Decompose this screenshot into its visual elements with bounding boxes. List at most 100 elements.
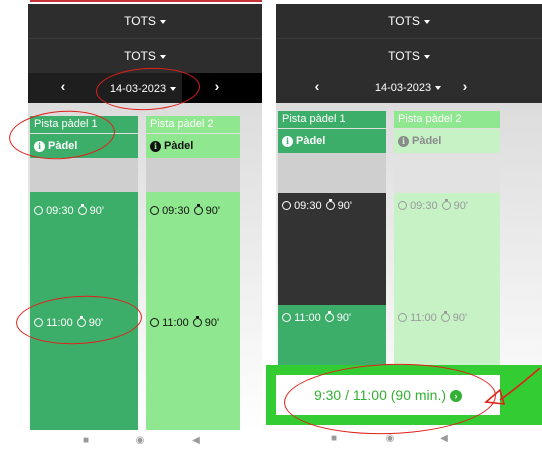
caret-down-icon xyxy=(159,54,166,59)
court-2-slot-1100[interactable]: 11:00 90' xyxy=(146,304,240,430)
slot-time: 11:00 xyxy=(46,317,73,329)
slot-duration: 90' xyxy=(89,205,104,217)
court-2-unavailable-slot xyxy=(146,158,240,192)
court-1-name: Pista pàdel 1 xyxy=(34,118,98,130)
chevron-right-icon: › xyxy=(462,78,468,94)
date-label: 14-03-2023 xyxy=(374,82,432,94)
prev-date-button[interactable]: ‹ xyxy=(48,78,78,98)
clock-icon xyxy=(282,313,291,322)
clock-icon xyxy=(398,313,407,322)
chevron-left-icon: ‹ xyxy=(314,78,320,94)
recent-apps-button[interactable]: ■ xyxy=(326,433,342,447)
info-icon: i xyxy=(34,140,45,152)
annotation-arrow xyxy=(484,367,541,405)
filter-select-1[interactable]: TOTS xyxy=(28,4,262,38)
slot-time: 09:30 xyxy=(410,200,438,212)
chevron-left-icon: ‹ xyxy=(60,78,66,94)
court-2-sport-label: Pàdel xyxy=(164,140,194,152)
court-1-slot-0930[interactable]: 09:30 90' xyxy=(30,192,138,304)
caret-down-icon xyxy=(170,87,177,92)
timer-icon xyxy=(77,204,87,215)
screen-left: TOTS TOTS ‹ 14-03-2023 › Pista pàdel 1 i… xyxy=(0,0,262,446)
slot-duration: 90' xyxy=(204,317,220,329)
court-1-sport-label: Pàdel xyxy=(296,135,326,147)
court-1-unavailable-slot xyxy=(278,153,386,193)
square-icon: ■ xyxy=(330,433,338,444)
filter-select-2[interactable]: TOTS xyxy=(276,39,542,73)
clock-icon xyxy=(398,201,407,210)
square-icon: ■ xyxy=(82,435,90,446)
clock-icon xyxy=(150,318,159,327)
timer-icon xyxy=(440,311,450,322)
slot-duration: 90' xyxy=(452,312,468,324)
date-select[interactable]: 14-03-2023 xyxy=(98,83,188,97)
filter-select-2-label: TOTS xyxy=(124,49,156,63)
clock-icon xyxy=(150,206,159,215)
court-2-sport[interactable]: i Pàdel xyxy=(146,134,240,158)
slot-time: 09:30 xyxy=(294,200,322,212)
home-button[interactable]: ◉ xyxy=(132,435,148,449)
court-1-slot-1100[interactable]: 11:00 90' xyxy=(30,304,138,430)
selection-summary-text: 9:30 / 11:00 (90 min.) xyxy=(313,387,447,403)
court-1-header: Pista pàdel 1 xyxy=(30,116,138,133)
clock-icon xyxy=(282,201,291,210)
back-button[interactable]: ◀ xyxy=(436,433,452,447)
filter-select-1-label: TOTS xyxy=(388,14,420,28)
clock-icon xyxy=(34,318,43,327)
court-2-sport-label: Pàdel xyxy=(412,135,442,147)
timer-icon xyxy=(325,199,335,210)
caret-down-icon xyxy=(423,19,430,24)
slot-time: 11:00 xyxy=(410,312,437,324)
prev-date-button[interactable]: ‹ xyxy=(302,78,332,98)
slot-duration: 90' xyxy=(453,200,468,212)
date-select[interactable]: 14-03-2023 xyxy=(358,82,458,96)
caret-down-icon xyxy=(159,19,166,24)
caret-down-icon xyxy=(423,54,430,59)
top-accent-line xyxy=(30,0,262,2)
court-2-unavailable-slot xyxy=(394,153,500,193)
court-1-sport[interactable]: i Pàdel xyxy=(30,134,138,158)
court-2-name: Pista pàdel 2 xyxy=(150,118,214,130)
slot-time: 11:00 xyxy=(162,317,189,329)
court-2-header: Pista pàdel 2 xyxy=(146,116,240,133)
filter-select-1-label: TOTS xyxy=(124,14,156,28)
info-icon: i xyxy=(150,140,161,152)
court-2-header: Pista pàdel 2 xyxy=(394,111,500,128)
court-2-slot-0930[interactable]: 09:30 90' xyxy=(146,192,240,304)
court-2-slot-0930-disabled: 09:30 90' xyxy=(394,193,500,305)
recent-apps-button[interactable]: ■ xyxy=(78,435,94,449)
slot-time: 09:30 xyxy=(46,205,74,217)
court-1-slot-1100[interactable]: 11:00 90' xyxy=(278,305,386,365)
court-1-unavailable-slot xyxy=(30,158,138,192)
chevron-right-circle-icon: › xyxy=(450,390,463,403)
court-1-sport-label: Pàdel xyxy=(48,140,78,152)
timer-icon xyxy=(192,316,202,327)
timer-icon xyxy=(76,316,86,327)
slot-duration: 90' xyxy=(336,312,352,324)
back-button[interactable]: ◀ xyxy=(188,435,204,449)
court-1-slot-0930-selected[interactable]: 09:30 90' xyxy=(278,193,386,305)
court-1-sport[interactable]: i Pàdel xyxy=(278,129,386,153)
slot-duration: 90' xyxy=(205,205,220,217)
timer-icon xyxy=(324,311,334,322)
filter-select-2[interactable]: TOTS xyxy=(28,39,262,73)
slot-duration: 90' xyxy=(88,317,104,329)
home-button[interactable]: ◉ xyxy=(382,433,398,447)
next-date-button[interactable]: › xyxy=(202,78,232,98)
slot-time: 09:30 xyxy=(162,205,190,217)
chevron-right-icon: › xyxy=(214,78,220,94)
next-date-button[interactable]: › xyxy=(450,78,480,98)
home-circle-icon: ◉ xyxy=(135,435,145,446)
filter-select-2-label: TOTS xyxy=(388,49,420,63)
caret-down-icon xyxy=(435,86,442,91)
slot-duration: 90' xyxy=(337,200,352,212)
clock-icon xyxy=(34,206,43,215)
info-icon: i xyxy=(282,135,293,147)
filter-select-1[interactable]: TOTS xyxy=(276,4,542,38)
slot-time: 11:00 xyxy=(294,312,321,324)
court-1-header: Pista pàdel 1 xyxy=(278,111,386,128)
screen-right: TOTS TOTS ‹ 14-03-2023 › Pista pàdel 1 i… xyxy=(266,0,542,444)
court-2-sport[interactable]: i Pàdel xyxy=(394,129,500,153)
court-2-slot-1100-disabled: 11:00 90' xyxy=(394,305,500,365)
home-circle-icon: ◉ xyxy=(385,433,395,444)
